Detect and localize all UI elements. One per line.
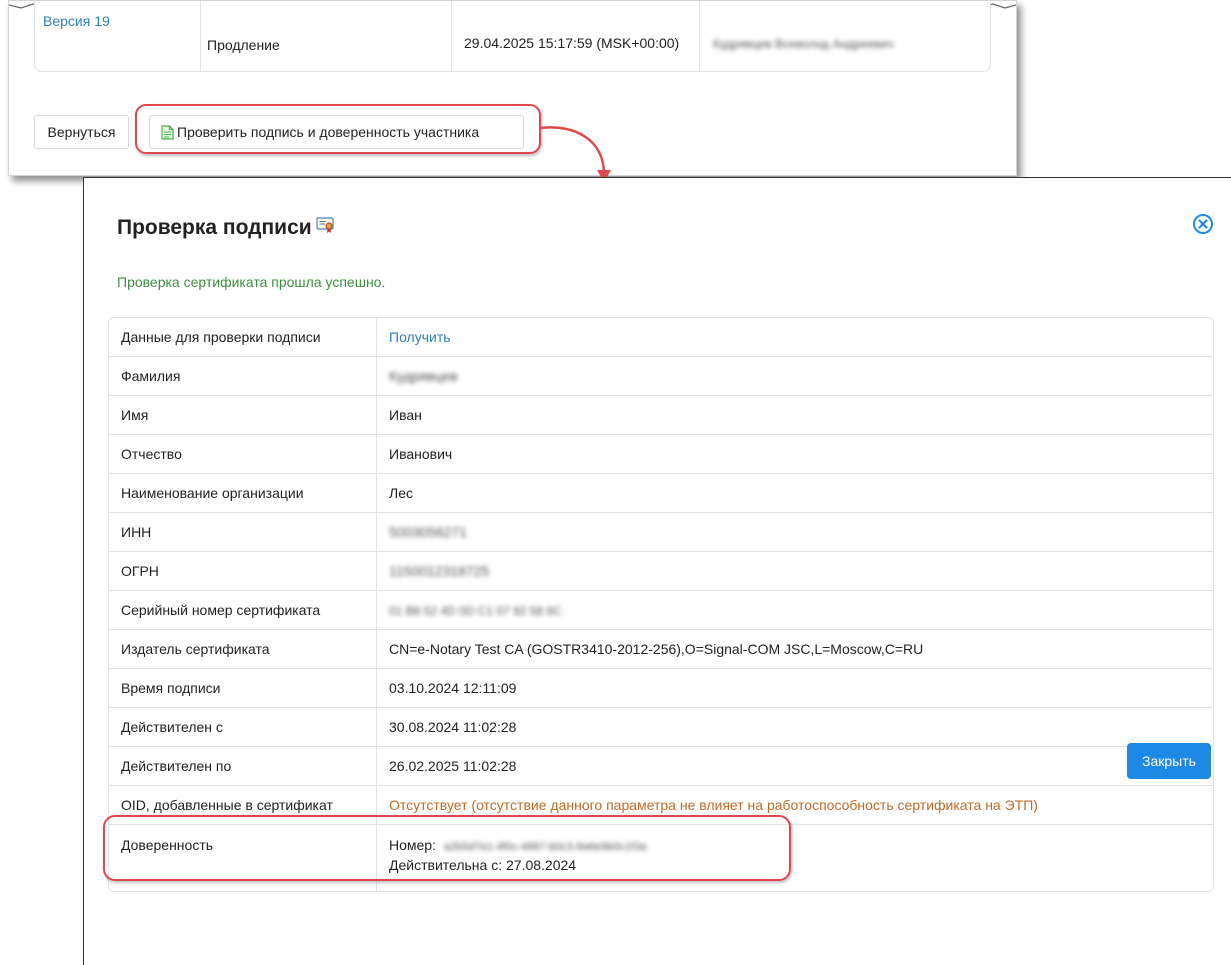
row-label: OID, добавленные в сертификат — [109, 785, 377, 825]
action-cell: Продление — [200, 1, 452, 71]
signature-check-modal: Проверка подписи Проверка сертификата пр… — [83, 177, 1231, 965]
table-row: ОГРН 1150012318725 — [109, 551, 1213, 591]
surname-blurred: Кудрявцев — [389, 368, 458, 384]
poa-value-cell: Номер: a2b5d7e1-4f0c-4887-b0c3-8a6e9b0c1… — [377, 825, 1214, 892]
row-value-cell: 1150012318725 — [376, 551, 1213, 591]
modal-title: Проверка подписи — [117, 216, 334, 240]
close-circle-icon[interactable] — [1191, 212, 1215, 236]
ogrn-blurred: 1150012318725 — [389, 563, 490, 579]
table-row-version: Версия 19 Продление 29.04.2025 15:17:59 … — [34, 1, 991, 72]
check-signature-label: Проверить подпись и доверенность участни… — [177, 124, 480, 140]
row-label: Наименование организации — [109, 473, 377, 513]
certificate-icon — [316, 216, 334, 240]
table-row: Действителен по 26.02.2025 11:02:28 — [109, 746, 1213, 786]
row-label: Издатель сертификата — [109, 629, 377, 669]
inn-blurred: 5003056271 — [389, 524, 467, 540]
certificate-info-table: Данные для проверки подписи Получить Фам… — [108, 317, 1214, 892]
row-label: Отчество — [109, 434, 377, 474]
datetime-cell: 29.04.2025 15:17:59 (MSK+00:00) — [451, 1, 700, 71]
row-label: Действителен с — [109, 707, 377, 747]
row-value: Лес — [376, 473, 1213, 513]
poa-number-label: Номер: — [389, 837, 436, 853]
table-row: ИНН 5003056271 — [109, 512, 1213, 552]
oid-warning: Отсутствует (отсутствие данного параметр… — [389, 797, 1038, 813]
version-cell: Версия 19 — [35, 1, 201, 71]
row-value-cell: 5003056271 — [376, 512, 1213, 552]
row-value-cell: Получить — [376, 318, 1213, 357]
success-message: Проверка сертификата прошла успешно. — [117, 274, 386, 290]
back-button[interactable]: Вернуться — [34, 115, 129, 149]
row-label: ИНН — [109, 512, 377, 552]
row-value: Иванович — [376, 434, 1213, 474]
poa-number-line: Номер: a2b5d7e1-4f0c-4887-b0c3-8a6e9b0c1… — [389, 837, 1201, 853]
row-value-cell: 01 B8 52 4D 0D C1 07 92 58 6C — [376, 590, 1213, 630]
table-row: Имя Иван — [109, 395, 1213, 435]
get-data-link[interactable]: Получить — [389, 329, 451, 345]
table-row: Фамилия Кудрявцев — [109, 356, 1213, 396]
modal-title-text: Проверка подписи — [117, 216, 312, 239]
row-value: CN=e-Notary Test CA (GOSTR3410-2012-256)… — [376, 629, 1213, 669]
row-label: ОГРН — [109, 551, 377, 591]
row-value-cell: Отсутствует (отсутствие данного параметр… — [376, 785, 1213, 825]
row-label: Действителен по — [109, 746, 377, 786]
row-value: 30.08.2024 11:02:28 — [376, 707, 1213, 747]
table-row: OID, добавленные в сертификат Отсутствуе… — [109, 785, 1213, 825]
row-label: Имя — [109, 395, 377, 435]
table-row: Издатель сертификата CN=e-Notary Test CA… — [109, 629, 1213, 669]
version-link[interactable]: Версия 19 — [43, 13, 110, 29]
version-history-panel: Версия 19 Продление 29.04.2025 15:17:59 … — [8, 0, 1017, 176]
row-label: Время подписи — [109, 668, 377, 708]
table-row-power-of-attorney: Доверенность Номер: a2b5d7e1-4f0c-4887-b… — [109, 824, 1214, 892]
row-value: 26.02.2025 11:02:28 — [376, 746, 1213, 786]
user-name-blurred: Кудрявцев Всеволод Андреевич — [713, 37, 894, 51]
poa-valid-from: Действительна с: 27.08.2024 — [389, 857, 577, 873]
table-row: Наименование организации Лес — [109, 473, 1213, 513]
user-cell: Кудрявцев Всеволод Андреевич — [699, 1, 989, 71]
close-button[interactable]: Закрыть — [1127, 743, 1211, 779]
serial-number-blurred: 01 B8 52 4D 0D C1 07 92 58 6C — [389, 604, 562, 618]
row-label: Фамилия — [109, 356, 377, 396]
table-row: Время подписи 03.10.2024 12:11:09 — [109, 668, 1213, 708]
row-value: 03.10.2024 12:11:09 — [376, 668, 1213, 708]
action-text: Продление — [207, 37, 280, 53]
poa-number-blurred: a2b5d7e1-4f0c-4887-b0c3-8a6e9b0c1f3a — [443, 841, 647, 853]
row-label: Серийный номер сертификата — [109, 590, 377, 630]
row-value: Иван — [376, 395, 1213, 435]
row-value-cell: Кудрявцев — [376, 356, 1213, 396]
table-row: Действителен с 30.08.2024 11:02:28 — [109, 707, 1213, 747]
check-signature-button[interactable]: Проверить подпись и доверенность участни… — [149, 115, 524, 149]
table-row: Отчество Иванович — [109, 434, 1213, 474]
row-label: Данные для проверки подписи — [109, 318, 377, 357]
table-row: Данные для проверки подписи Получить — [109, 318, 1213, 357]
datetime-text: 29.04.2025 15:17:59 (MSK+00:00) — [464, 35, 680, 51]
row-label: Доверенность — [109, 824, 377, 891]
table-row: Серийный номер сертификата 01 B8 52 4D 0… — [109, 590, 1213, 630]
file-text-icon — [161, 124, 174, 140]
